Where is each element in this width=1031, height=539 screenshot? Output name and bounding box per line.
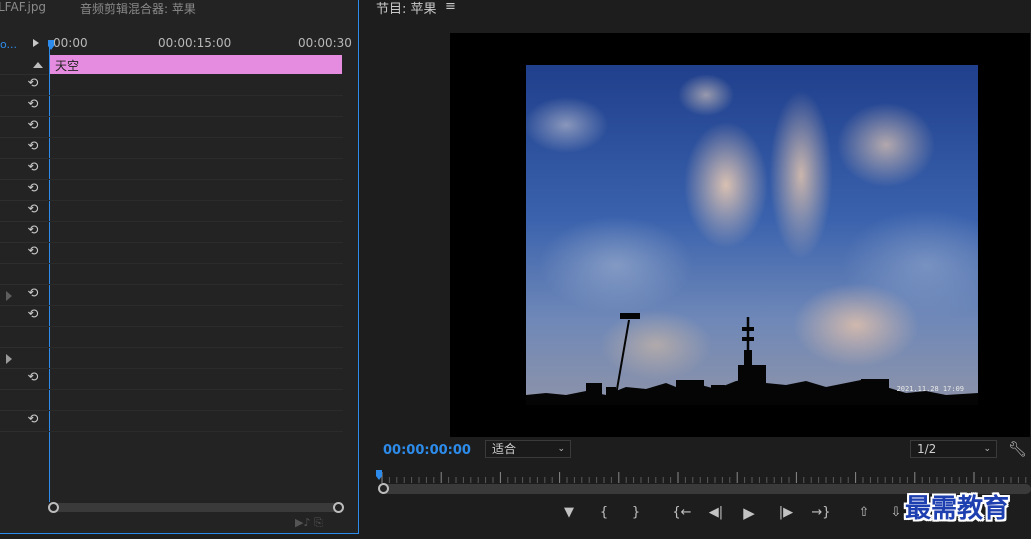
expand-arrow-icon[interactable]	[6, 354, 12, 364]
reset-icon[interactable]: ⟲	[26, 308, 40, 322]
row-divider	[0, 326, 48, 327]
reset-icon[interactable]: ⟲	[26, 140, 40, 154]
clip-name-label: 天空	[55, 59, 80, 73]
reset-icon[interactable]: ⟲	[26, 161, 40, 175]
tab-source-file[interactable]: LFAF.jpg	[0, 0, 46, 14]
row-divider	[49, 158, 343, 159]
row-divider	[49, 410, 343, 411]
row-divider	[49, 179, 343, 180]
reset-icon[interactable]: ⟲	[26, 203, 40, 217]
reset-icon[interactable]: ⟲	[26, 182, 40, 196]
step-back-button[interactable]: ◀|	[704, 503, 728, 523]
play-button[interactable]: ▶	[739, 503, 759, 523]
ruler-label: 00:00:15:00	[158, 36, 232, 50]
reset-icon[interactable]: ⟲	[26, 119, 40, 133]
go-to-in-button[interactable]: {←	[669, 503, 695, 523]
reset-icon[interactable]: ⟲	[26, 371, 40, 385]
zoom-fit-value: 适合	[492, 442, 517, 456]
reset-icon[interactable]: ⟲	[26, 224, 40, 238]
reset-icon[interactable]: ⟲	[26, 413, 40, 427]
row-divider	[0, 200, 48, 201]
program-monitor-title[interactable]: 节目: 苹果	[376, 0, 437, 17]
row-divider	[0, 368, 48, 369]
row-divider	[49, 326, 343, 327]
effect-controls-panel: LFAF.jpg 音频剪辑混合器: 苹果 o... ⟲ ⟲ ⟲ ⟲ ⟲ ⟲ ⟲ …	[0, 0, 359, 534]
ruler-ticks	[381, 472, 1027, 483]
reset-icon[interactable]: ⟲	[26, 98, 40, 112]
row-divider	[49, 368, 343, 369]
scroll-handle-right[interactable]	[333, 502, 344, 513]
reset-icon[interactable]: ⟲	[26, 245, 40, 259]
playback-resolution-value: 1/2	[917, 442, 937, 456]
playhead-line[interactable]	[49, 42, 50, 502]
chevron-down-icon: ⌄	[983, 444, 991, 454]
reset-icon[interactable]: ⟲	[26, 287, 40, 301]
video-timestamp-overlay: 2021.11.28 17:09	[896, 385, 964, 393]
collapse-up-arrow-icon[interactable]	[33, 62, 43, 68]
program-monitor-panel: 节目: 苹果 ≡ 2021.11.28 17:09 00:00:00:00 适合…	[360, 0, 1031, 539]
row-divider	[0, 263, 48, 264]
ruler-label: 00:00:30	[298, 36, 352, 50]
scroll-handle-left[interactable]	[378, 483, 389, 494]
row-divider	[0, 305, 48, 306]
row-divider	[0, 410, 48, 411]
mark-out-button[interactable]: }	[627, 503, 645, 523]
extract-button[interactable]: ⇩	[885, 503, 907, 523]
row-divider	[0, 347, 48, 348]
row-divider	[0, 95, 48, 96]
row-divider	[0, 158, 48, 159]
left-panel-tabs: LFAF.jpg 音频剪辑混合器: 苹果	[0, 0, 358, 18]
scroll-handle-left[interactable]	[48, 502, 59, 513]
reset-icon[interactable]: ⟲	[26, 77, 40, 91]
panel-menu-icon[interactable]: ≡	[445, 0, 456, 14]
effect-controls-timeline[interactable]: 00:00 00:00:15:00 00:00:30 天空	[48, 34, 358, 524]
wrench-icon[interactable]: 🔧︎	[1008, 440, 1027, 458]
video-frame-image: 2021.11.28 17:09	[526, 65, 978, 405]
mark-in-button[interactable]: {	[595, 503, 613, 523]
row-divider	[0, 284, 48, 285]
row-divider	[49, 431, 343, 432]
row-divider	[49, 137, 343, 138]
row-divider	[49, 242, 343, 243]
expand-arrow-icon[interactable]	[6, 291, 12, 301]
row-divider	[0, 389, 48, 390]
go-to-out-button[interactable]: →}	[808, 503, 834, 523]
playback-resolution-dropdown[interactable]: 1/2 ⌄	[910, 440, 997, 458]
row-divider	[49, 200, 343, 201]
tab-audio-clip-mixer[interactable]: 音频剪辑混合器: 苹果	[80, 0, 196, 17]
time-ruler[interactable]: 00:00 00:00:15:00 00:00:30	[49, 34, 358, 54]
monitor-time-ruler[interactable]	[378, 469, 1031, 485]
lift-button[interactable]: ⇧	[853, 503, 875, 523]
row-divider	[49, 389, 343, 390]
ruler-label: 00:00	[53, 36, 88, 50]
zoom-scrollbar[interactable]	[48, 502, 344, 513]
watermark-logo: 最需教育	[905, 494, 1010, 524]
step-forward-button[interactable]: |▶	[774, 503, 798, 523]
skyline-silhouette	[526, 313, 978, 405]
row-divider	[0, 137, 48, 138]
clip-bar[interactable]: 天空	[50, 55, 342, 74]
row-divider	[49, 221, 343, 222]
row-divider	[0, 242, 48, 243]
row-divider	[49, 305, 343, 306]
chevron-down-icon: ⌄	[557, 444, 565, 454]
add-marker-button[interactable]: ▼	[560, 503, 578, 523]
row-divider	[49, 347, 343, 348]
row-divider	[0, 431, 48, 432]
row-divider	[49, 284, 343, 285]
property-reset-column: ⟲ ⟲ ⟲ ⟲ ⟲ ⟲ ⟲ ⟲ ⟲ ⟲ ⟲ ⟲ ⟲	[0, 34, 48, 434]
row-divider	[0, 116, 48, 117]
export-frame-icon[interactable]: ▶♪ ⎘	[295, 516, 323, 530]
row-divider	[49, 95, 343, 96]
row-divider	[0, 221, 48, 222]
row-divider	[0, 74, 48, 75]
zoom-fit-dropdown[interactable]: 适合 ⌄	[485, 440, 571, 458]
row-divider	[49, 116, 343, 117]
row-divider	[49, 263, 343, 264]
row-divider	[0, 179, 48, 180]
video-canvas[interactable]: 2021.11.28 17:09	[450, 33, 1030, 437]
playhead-timecode[interactable]: 00:00:00:00	[383, 443, 471, 458]
